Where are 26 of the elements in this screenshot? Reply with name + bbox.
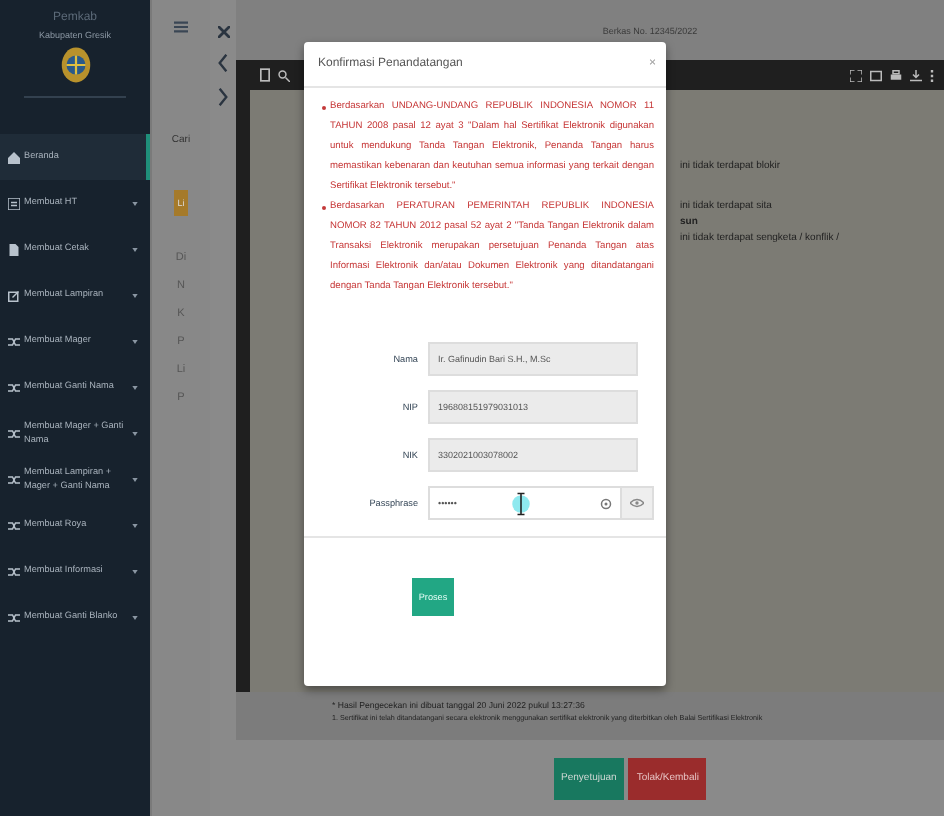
edit-icon (8, 289, 20, 301)
open-file-icon[interactable] (870, 69, 882, 81)
home-icon (8, 151, 20, 163)
emblem-icon (59, 46, 91, 84)
shuffle-icon (8, 611, 20, 623)
search-icon[interactable] (278, 69, 290, 81)
eye-icon (629, 498, 644, 508)
previous-icon[interactable] (218, 54, 228, 72)
fullscreen-icon[interactable] (850, 69, 862, 81)
shuffle-icon (8, 427, 20, 439)
shuffle-icon (8, 335, 20, 347)
menu-icon[interactable] (174, 20, 188, 34)
shuffle-icon (8, 473, 20, 485)
list-icon (8, 197, 20, 209)
shuffle-icon (8, 381, 20, 393)
show-password-button[interactable] (619, 486, 654, 520)
file-icon (8, 243, 20, 255)
shuffle-icon (8, 519, 20, 531)
sidebar-toggle-icon[interactable] (260, 68, 270, 82)
shuffle-icon (8, 565, 20, 577)
print-icon[interactable] (890, 69, 902, 81)
download-icon[interactable] (910, 69, 922, 81)
close-icon[interactable] (217, 26, 229, 38)
next-icon[interactable] (218, 88, 228, 106)
key-icon (599, 497, 612, 509)
text-cursor-icon (512, 489, 531, 517)
